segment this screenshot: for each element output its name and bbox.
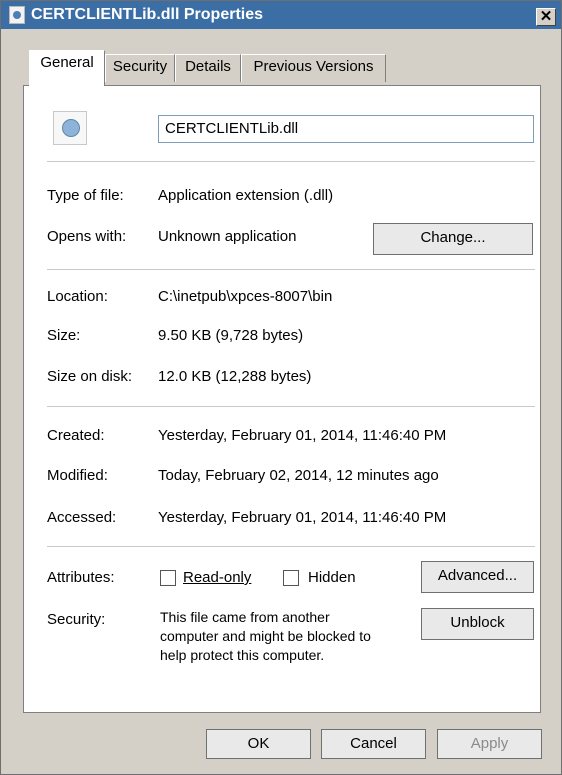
location-label: Location: [47, 288, 108, 305]
advanced-button[interactable]: Advanced... [421, 561, 534, 593]
type-of-file-label: Type of file: [47, 187, 124, 204]
hidden-checkbox[interactable] [283, 570, 299, 586]
close-button[interactable]: ✕ [536, 8, 556, 26]
created-value: Yesterday, February 01, 2014, 11:46:40 P… [158, 427, 447, 444]
size-value: 9.50 KB (9,728 bytes) [158, 327, 304, 344]
security-label: Security: [47, 611, 106, 628]
title-bar[interactable]: CERTCLIENTLib.dll Properties ✕ [1, 1, 561, 29]
opens-with-value: Unknown application [158, 228, 297, 245]
cancel-button[interactable]: Cancel [321, 729, 426, 759]
accessed-label: Accessed: [47, 509, 117, 526]
apply-button: Apply [437, 729, 542, 759]
modified-label: Modified: [47, 467, 108, 484]
size-on-disk-label: Size on disk: [47, 368, 133, 385]
tab-previous-versions[interactable]: Previous Versions [241, 54, 386, 82]
readonly-checkbox[interactable] [160, 570, 176, 586]
tab-security[interactable]: Security [105, 54, 175, 82]
tab-details[interactable]: Details [175, 54, 241, 82]
location-value: C:\inetpub\xpces-8007\bin [158, 288, 333, 305]
readonly-label[interactable]: Read-only [183, 569, 251, 586]
accessed-value: Yesterday, February 01, 2014, 11:46:40 P… [158, 509, 447, 526]
separator [47, 406, 535, 407]
hidden-label[interactable]: Hidden [308, 569, 356, 586]
change-button[interactable]: Change... [373, 223, 533, 255]
security-message-line-2: computer and might be blocked to [160, 628, 371, 644]
window-title: CERTCLIENTLib.dll Properties [31, 6, 264, 23]
created-label: Created: [47, 427, 105, 444]
modified-value: Today, February 02, 2014, 12 minutes ago [158, 467, 439, 484]
security-message-line-1: This file came from another [160, 609, 330, 625]
type-of-file-value: Application extension (.dll) [158, 187, 334, 204]
security-message-line-3: help protect this computer. [160, 647, 325, 663]
properties-dialog: CERTCLIENTLib.dll Properties ✕ General S… [0, 0, 562, 775]
file-icon [9, 6, 25, 24]
size-label: Size: [47, 327, 81, 344]
separator [47, 546, 535, 547]
file-name-input[interactable]: CERTCLIENTLib.dll [158, 115, 534, 143]
unblock-button[interactable]: Unblock [421, 608, 534, 640]
file-type-icon [53, 111, 87, 145]
size-on-disk-value: 12.0 KB (12,288 bytes) [158, 368, 312, 385]
attributes-label: Attributes: [47, 569, 115, 586]
tab-general[interactable]: General [29, 50, 105, 86]
opens-with-label: Opens with: [47, 228, 127, 245]
separator [47, 269, 535, 270]
ok-button[interactable]: OK [206, 729, 311, 759]
separator [47, 161, 535, 162]
